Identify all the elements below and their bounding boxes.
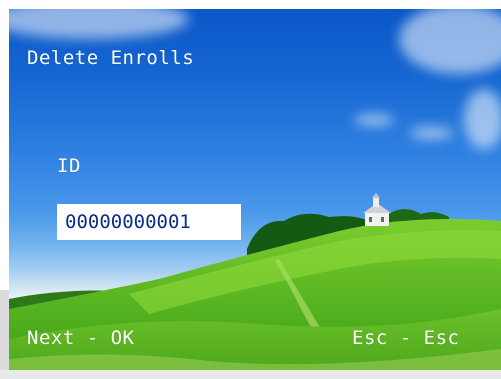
esc-softkey[interactable]: Esc - Esc — [352, 327, 459, 349]
device-screen: Delete Enrolls ID Next - OK Esc - Esc — [9, 9, 501, 379]
next-ok-softkey[interactable]: Next - OK — [27, 327, 134, 349]
id-label: ID — [57, 155, 81, 177]
screen-title: Delete Enrolls — [27, 47, 195, 69]
device-frame-bottom — [0, 370, 501, 379]
id-input[interactable] — [57, 204, 241, 240]
device-frame-left — [0, 290, 9, 379]
